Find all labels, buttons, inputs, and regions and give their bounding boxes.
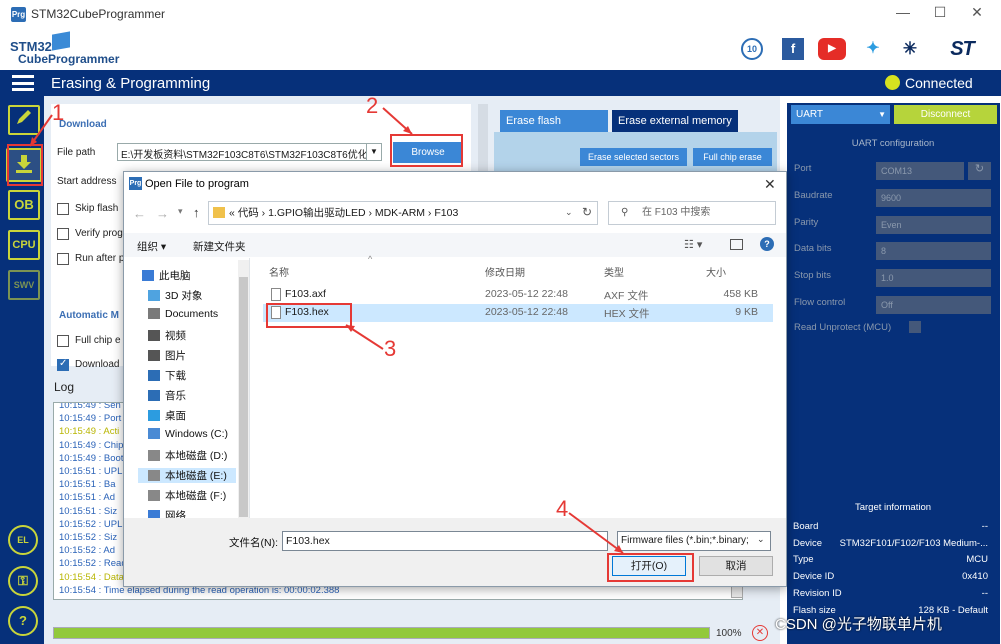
watermark: CSDN @光子物联单片机 (775, 616, 942, 633)
annotation-arrows (29, 107, 624, 554)
annotation-arrow-4 (568, 512, 624, 554)
